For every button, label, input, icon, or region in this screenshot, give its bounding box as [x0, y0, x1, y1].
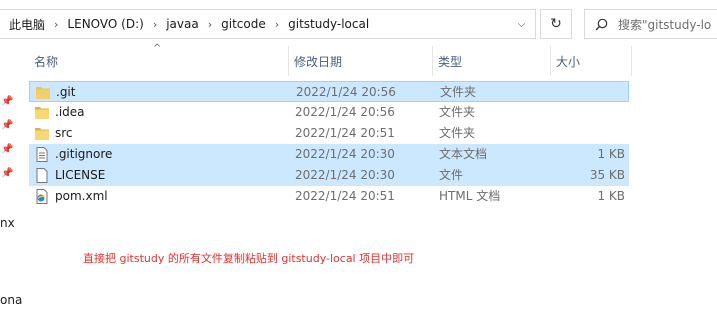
search-input[interactable]: 搜索"gitstudy-lo	[584, 9, 717, 39]
search-placeholder: 搜索"gitstudy-lo	[618, 17, 712, 32]
file-date: 2022/1/24 20:56	[296, 85, 396, 99]
file-date: 2022/1/24 20:30	[295, 147, 395, 161]
breadcrumb-gitcode[interactable]: gitcode	[218, 17, 269, 31]
file-name: pom.xml	[55, 189, 108, 203]
browser-file-icon	[36, 189, 48, 204]
annotation-note: 直接把 gitstudy 的所有文件复制粘贴到 gitstudy-local 项…	[83, 252, 415, 265]
chevron-down-icon: ⌵	[517, 18, 526, 30]
file-list: .git 2022/1/24 20:56 文件夹 .idea 2022/1/24…	[29, 81, 629, 207]
refresh-button[interactable]: ↻	[540, 9, 572, 39]
file-type: 文件	[439, 168, 464, 182]
pin-icon[interactable]: 📌	[1, 96, 13, 107]
file-type: HTML 文档	[439, 189, 501, 203]
file-type: 文件夹	[439, 105, 476, 119]
file-size: 35 KB	[589, 168, 625, 182]
nav-item-label[interactable]: ona	[0, 293, 22, 307]
pin-icon[interactable]: 📌	[1, 144, 13, 155]
file-name: .idea	[55, 105, 85, 119]
file-size: 1 KB	[597, 189, 625, 203]
folder-icon	[36, 87, 50, 99]
blank-file-icon	[36, 168, 48, 183]
chevron-right-icon[interactable]: ›	[269, 18, 285, 31]
text-file-icon	[36, 147, 48, 162]
column-header-size-label: 大小	[556, 54, 581, 69]
file-name: .gitignore	[55, 147, 113, 161]
file-type: 文件夹	[439, 126, 476, 140]
column-header-name[interactable]: 名称	[29, 46, 289, 76]
file-date: 2022/1/24 20:56	[295, 105, 395, 119]
nav-item-label[interactable]: nx	[0, 216, 15, 230]
file-row[interactable]: .gitignore 2022/1/24 20:30 文本文档 1 KB	[29, 144, 629, 165]
column-header-name-label: 名称	[34, 54, 59, 69]
file-row[interactable]: src 2022/1/24 20:51 文件夹	[29, 123, 629, 144]
folder-icon	[35, 128, 49, 140]
search-icon	[595, 18, 608, 30]
navigation-pane: 📌 📌 📌 📌 nx ona	[0, 44, 22, 313]
file-type: 文件夹	[440, 85, 477, 99]
file-size: 1 KB	[597, 147, 625, 161]
file-date: 2022/1/24 20:51	[295, 126, 395, 140]
breadcrumb-javaa[interactable]: javaa	[163, 17, 202, 31]
file-row[interactable]: .idea 2022/1/24 20:56 文件夹	[29, 102, 629, 123]
file-name: src	[55, 126, 73, 140]
pin-icon[interactable]: 📌	[1, 120, 13, 131]
breadcrumb-this-pc[interactable]: 此电脑	[6, 16, 48, 33]
breadcrumb-items: 此电脑 › LENOVO (D:) › javaa › gitcode › gi…	[6, 10, 372, 38]
column-header-date-label: 修改日期	[294, 54, 343, 69]
chevron-right-icon[interactable]: ›	[202, 18, 218, 31]
column-header-date[interactable]: 修改日期	[289, 46, 433, 76]
chevron-right-icon[interactable]: ›	[48, 18, 64, 31]
file-name: .git	[56, 85, 76, 99]
file-name: LICENSE	[55, 168, 106, 182]
column-header-type-label: 类型	[438, 54, 463, 69]
breadcrumb[interactable]: 此电脑 › LENOVO (D:) › javaa › gitcode › gi…	[0, 9, 536, 39]
file-row[interactable]: .git 2022/1/24 20:56 文件夹	[29, 81, 629, 102]
chevron-right-icon[interactable]: ›	[147, 18, 163, 31]
refresh-icon: ↻	[550, 16, 562, 32]
file-date: 2022/1/24 20:51	[295, 189, 395, 203]
column-header-row: ^ 名称 修改日期 类型 大小	[29, 43, 632, 76]
folder-icon	[35, 107, 49, 119]
address-dropdown-button[interactable]: ⌵	[508, 10, 535, 38]
file-row[interactable]: LICENSE 2022/1/24 20:30 文件 35 KB	[29, 165, 629, 186]
breadcrumb-drive[interactable]: LENOVO (D:)	[64, 17, 146, 31]
pin-icon[interactable]: 📌	[1, 168, 13, 179]
breadcrumb-gitstudy-local[interactable]: gitstudy-local	[285, 17, 372, 31]
file-type: 文本文档	[439, 147, 488, 161]
address-bar: 此电脑 › LENOVO (D:) › javaa › gitcode › gi…	[0, 8, 717, 42]
column-header-size[interactable]: 大小	[551, 46, 632, 76]
file-date: 2022/1/24 20:30	[295, 168, 395, 182]
column-header-type[interactable]: 类型	[433, 46, 551, 76]
file-row[interactable]: pom.xml 2022/1/24 20:51 HTML 文档 1 KB	[29, 186, 629, 207]
